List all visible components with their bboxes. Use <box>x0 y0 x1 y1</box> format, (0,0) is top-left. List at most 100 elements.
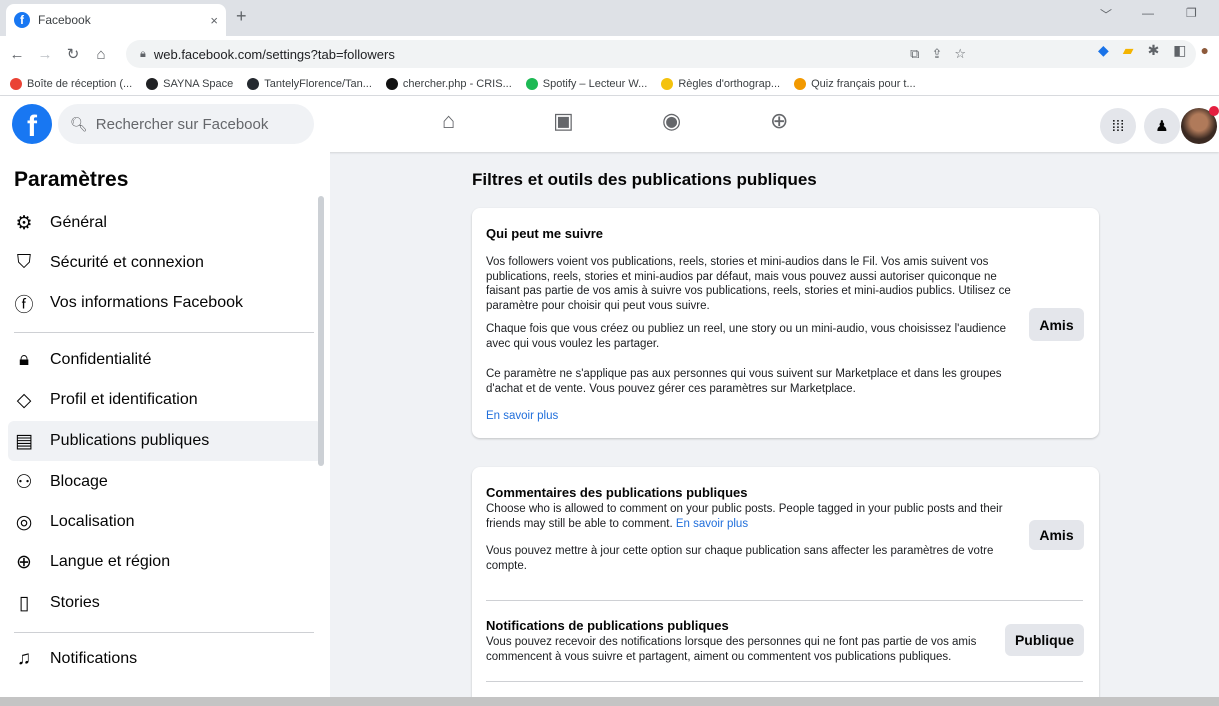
comments-section-title: Commentaires des publications publiques <box>486 485 748 500</box>
bookmark-item[interactable]: chercher.php - CRIS... <box>385 77 512 90</box>
share-icon[interactable]: ⇪ <box>931 46 942 62</box>
sidebar-item-shield[interactable]: ⛉ Sécurité et connexion <box>8 243 322 283</box>
sidebar-divider <box>14 632 314 633</box>
bookmark-favicon-icon <box>146 77 159 90</box>
notifications-audience-button[interactable]: Publique <box>1005 624 1084 656</box>
bookmark-item[interactable]: TantelyFlorence/Tan... <box>247 77 372 90</box>
sidebar-item-label: Notifications <box>50 650 138 667</box>
card-divider <box>486 681 1083 682</box>
sidebar-item-label: Profil et identification <box>50 391 198 408</box>
card-divider <box>486 600 1083 601</box>
bookmark-item[interactable]: Quiz français pour t... <box>794 77 916 90</box>
sidebar-item-lock[interactable]: 🔒︎ Confidentialité <box>8 340 322 380</box>
url-text: web.facebook.com/settings?tab=followers <box>153 46 395 62</box>
puzzle-icon[interactable]: ✱ <box>1148 42 1160 59</box>
sidebar-title: Paramètres <box>14 168 129 191</box>
sidebar-item-bell[interactable]: ♫ Notifications <box>8 639 322 679</box>
facebook-logo-icon[interactable]: f <box>12 104 52 144</box>
bookmark-label: Boîte de réception (... <box>27 77 133 90</box>
sidebar-divider <box>14 332 314 333</box>
bookmark-favicon-icon <box>525 77 538 90</box>
comments-description: Choose who is allowed to comment on your… <box>486 502 1016 531</box>
tab-close-icon[interactable]: × <box>210 13 218 28</box>
sidebar-scrollbar[interactable] <box>318 196 324 466</box>
block-icon: ⚇ <box>15 471 33 493</box>
profile-icon[interactable]: ● <box>1201 42 1209 59</box>
search-icon: 🔍︎ <box>70 115 88 132</box>
public-posts-card: Commentaires des publications publiques … <box>472 467 1099 706</box>
url-input[interactable]: 🔒︎ web.facebook.com/settings?tab=followe… <box>126 40 1196 68</box>
bookmark-favicon-icon <box>247 77 260 90</box>
install-icon[interactable]: ⧉ <box>910 46 919 62</box>
sidebar-item-facebook[interactable]: ⓕ Vos informations Facebook <box>8 283 322 323</box>
bookmark-favicon-icon <box>385 77 398 90</box>
bookmark-item[interactable]: Spotify – Lecteur W... <box>525 77 648 90</box>
marketplace-icon[interactable]: ▣ <box>553 108 574 134</box>
tag-icon: ◇ <box>16 389 32 411</box>
search-input[interactable]: 🔍︎ Rechercher sur Facebook <box>58 104 314 144</box>
home-nav-icon[interactable]: ⌂ <box>442 108 455 134</box>
sidebar-item-block[interactable]: ⚇ Blocage <box>8 462 322 502</box>
who-can-follow-button[interactable]: Amis <box>1029 308 1084 341</box>
sidebar-item-location[interactable]: ◎ Localisation <box>8 502 322 542</box>
extension-icon[interactable]: ◆ <box>1098 42 1109 59</box>
bookmark-item[interactable]: Boîte de réception (... <box>10 77 133 90</box>
sidebar-item-book[interactable]: ▯ Stories <box>8 583 322 623</box>
notification-badge <box>1209 106 1219 116</box>
minimize-icon[interactable]: — <box>1142 6 1154 20</box>
sidebar-item-tag[interactable]: ◇ Profil et identification <box>8 380 322 420</box>
back-icon[interactable]: ← <box>6 46 28 63</box>
gaming-icon[interactable]: ⊕ <box>770 108 788 134</box>
browser-tab[interactable]: f Facebook × <box>6 4 226 36</box>
bookmark-favicon-icon <box>794 77 807 90</box>
browser-tab-bar: f Facebook × + ﹀ — ❐ <box>0 0 1219 36</box>
tab-title: Facebook <box>38 13 91 27</box>
sidebar-item-globe[interactable]: ⊕ Langue et région <box>8 542 322 582</box>
restore-icon[interactable]: ❐ <box>1186 6 1197 20</box>
facebook-header: f 🔍︎ Rechercher sur Facebook ⌂ ▣ ◉ ⊕ ⁞⁞⁞… <box>0 96 1219 152</box>
comments-learn-more-link[interactable]: En savoir plus <box>676 518 748 530</box>
chevron-down-icon[interactable]: ﹀ <box>1100 6 1112 23</box>
bottom-scrollbar[interactable] <box>0 697 1219 706</box>
star-icon[interactable]: ☆ <box>954 46 966 62</box>
follow-audience-note: Chaque fois que vous créez ou publiez un… <box>486 323 1007 350</box>
home-icon[interactable]: ⌂ <box>90 46 112 63</box>
new-tab-button[interactable]: + <box>236 6 247 27</box>
sidebar-item-label: Général <box>50 214 107 231</box>
sidebar-item-gear[interactable]: ⚙ Général <box>8 203 322 243</box>
bookmark-favicon-icon <box>10 77 22 90</box>
bookmark-label: Quiz français pour t... <box>811 77 916 90</box>
lock-icon[interactable]: 🔒︎ <box>140 48 146 61</box>
sidepanel-icon[interactable]: ◧ <box>1173 42 1186 59</box>
menu-grid-icon[interactable]: ⁞⁞⁞ <box>1100 108 1136 144</box>
bookmark-item[interactable]: Règles d'orthograp... <box>661 77 780 90</box>
book-icon: ▯ <box>18 592 30 614</box>
notifications-description: Vous pouvez recevoir des notifications l… <box>486 636 977 663</box>
sidebar-item-label: Publications publiques <box>50 432 210 449</box>
bookmark-item[interactable]: SAYNA Space <box>146 77 233 90</box>
facebook-favicon-icon: f <box>14 12 30 28</box>
bookmark-label: Spotify – Lecteur W... <box>542 77 648 90</box>
comments-audience-button[interactable]: Amis <box>1029 520 1084 550</box>
follow-description: Vos followers voient vos publications, r… <box>486 256 1011 312</box>
sidebar-item-label: Sécurité et connexion <box>50 254 204 271</box>
public-posts-icon: ▤ <box>15 430 33 452</box>
sidebar-item-label: Vos informations Facebook <box>50 294 243 311</box>
forward-icon[interactable]: → <box>34 46 56 63</box>
bell-icon: ♫ <box>16 648 32 669</box>
follow-settings-card: Qui peut me suivre Vos followers voient … <box>472 208 1099 438</box>
follow-section-title: Qui peut me suivre <box>486 226 604 241</box>
learn-more-link[interactable]: En savoir plus <box>486 409 558 424</box>
sidebar-item-public-posts[interactable]: ▤ Publications publiques <box>8 421 322 461</box>
settings-sidebar: Paramètres ⚙ Général ⛉ Sécurité et connexio… <box>0 152 330 697</box>
sidebar-item-label: Langue et région <box>50 553 171 570</box>
groups-icon[interactable]: ◉ <box>662 108 681 134</box>
notifications-bell-icon[interactable]: ♟ <box>1144 108 1180 144</box>
bookmarks-bar: Boîte de réception (... SAYNA Space Tantel… <box>0 72 1219 96</box>
extension-notes-icon[interactable]: ▰ <box>1123 42 1134 59</box>
bookmark-label: chercher.php - CRIS... <box>402 77 512 90</box>
globe-icon: ⊕ <box>16 551 32 573</box>
reload-icon[interactable]: ↻ <box>62 45 84 63</box>
lock-icon: 🔒︎ <box>18 349 30 370</box>
sidebar-item-label: Localisation <box>50 513 135 530</box>
